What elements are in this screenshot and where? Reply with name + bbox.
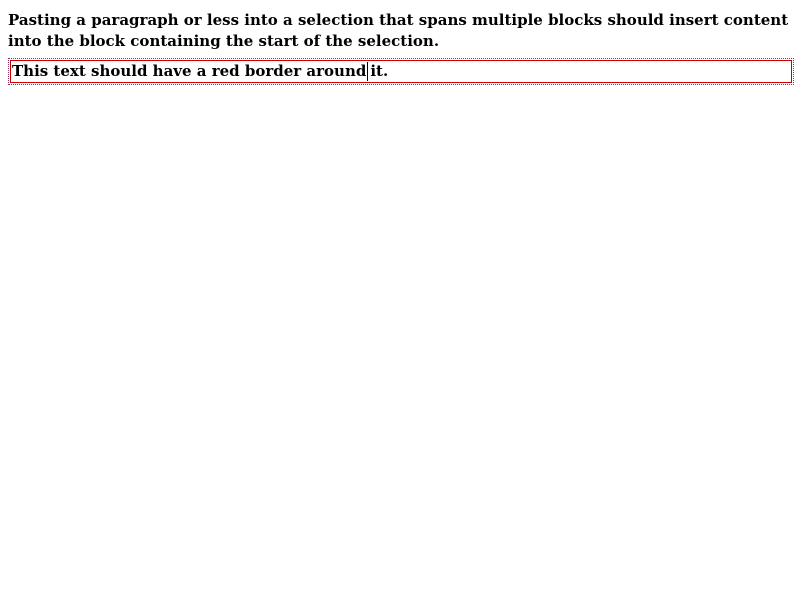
- editable-region[interactable]: This text should have a red border aroun…: [8, 58, 794, 85]
- block-text-before-caret: This text should have a red border aroun…: [12, 62, 367, 80]
- text-caret: [367, 62, 369, 81]
- test-description: Pasting a paragraph or less into a selec…: [8, 11, 789, 50]
- block-text-after-caret: it.: [370, 62, 389, 80]
- test-page: Pasting a paragraph or less into a selec…: [0, 0, 800, 600]
- red-bordered-block[interactable]: This text should have a red border aroun…: [10, 60, 792, 83]
